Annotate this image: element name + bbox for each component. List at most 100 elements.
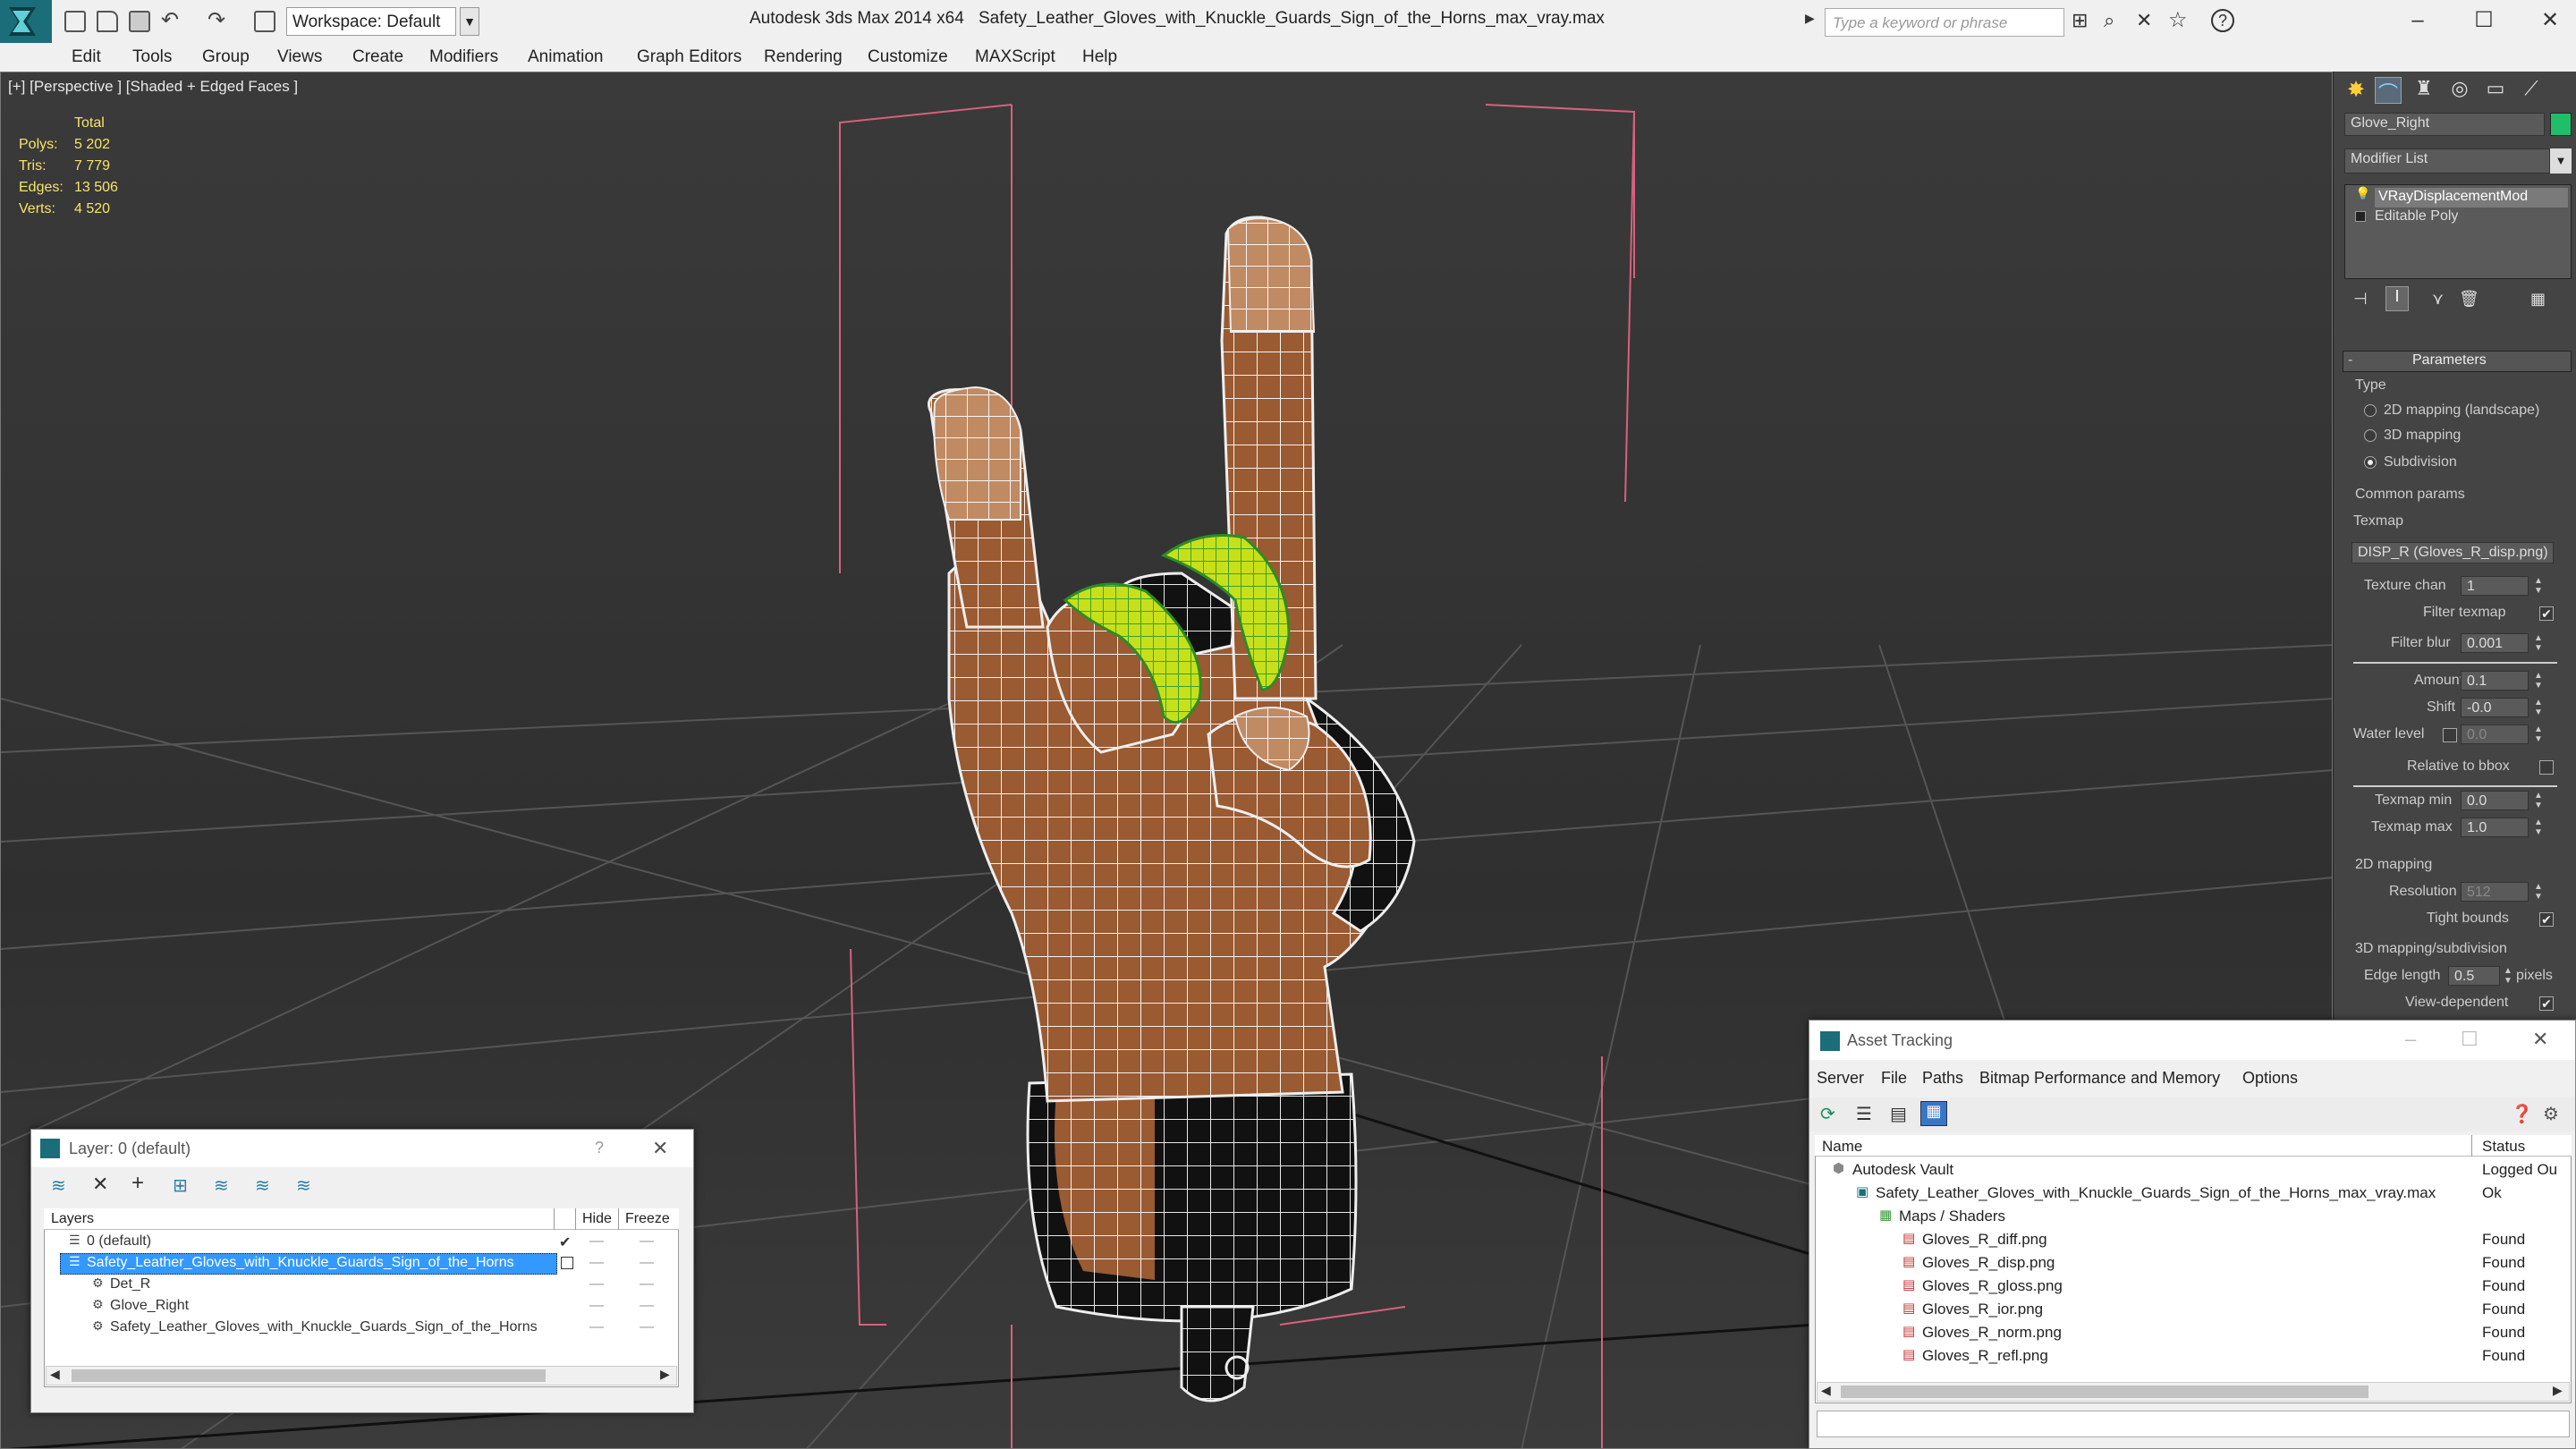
- menu-graph-editors[interactable]: Graph Editors: [637, 47, 741, 67]
- radio-subdivision[interactable]: [2364, 456, 2377, 469]
- stack-item-editable-poly[interactable]: Editable Poly: [2375, 208, 2458, 225]
- asset-row[interactable]: ▣ Safety_Leather_Gloves_with_Knuckle_Guar…: [1817, 1182, 2570, 1205]
- layer-list-scrollbar[interactable]: ◀ ▶: [46, 1366, 677, 1385]
- scroll-left-icon[interactable]: ◀: [1821, 1383, 1831, 1398]
- chevron-down-icon[interactable]: ▼: [460, 7, 479, 36]
- menu-views[interactable]: Views: [277, 47, 322, 67]
- menu-tools[interactable]: Tools: [132, 47, 172, 67]
- filter-blur-spinner[interactable]: ▲ ▼: [2532, 633, 2545, 655]
- column-status[interactable]: Status: [2482, 1138, 2525, 1156]
- column-name[interactable]: Name: [1822, 1138, 1862, 1156]
- delete-layer-icon[interactable]: ✕: [92, 1173, 108, 1196]
- menu-animation[interactable]: Animation: [528, 47, 604, 67]
- texmap-min-input[interactable]: 0.0: [2461, 791, 2529, 810]
- save-file-icon[interactable]: [129, 11, 150, 32]
- maximize-button[interactable]: ☐: [2469, 5, 2499, 36]
- table-view-icon[interactable]: ▤: [1890, 1103, 1907, 1125]
- freeze-toggle[interactable]: —: [640, 1319, 654, 1335]
- hierarchy-tab-icon[interactable]: ♜: [2411, 77, 2437, 104]
- hide-toggle[interactable]: —: [589, 1319, 604, 1335]
- asset-dialog-close[interactable]: ✕: [2532, 1028, 2548, 1051]
- create-tab-icon[interactable]: ✸: [2343, 77, 2369, 104]
- column-layers[interactable]: Layers: [51, 1211, 94, 1227]
- freeze-toggle[interactable]: —: [640, 1276, 654, 1292]
- settings-icon[interactable]: ⚙: [2543, 1103, 2559, 1125]
- view-dependent-checkbox[interactable]: ✔: [2539, 996, 2554, 1011]
- pin-stack-icon[interactable]: ⊣: [2353, 290, 2368, 309]
- asset-menu-server[interactable]: Server: [1817, 1069, 1864, 1088]
- scrollbar-thumb[interactable]: [72, 1369, 546, 1382]
- search-icon[interactable]: ⌕: [2104, 9, 2114, 32]
- edge-length-spinner[interactable]: ▲ ▼: [2502, 966, 2514, 987]
- menu-create[interactable]: Create: [352, 47, 403, 67]
- shift-input[interactable]: -0.0: [2461, 698, 2529, 717]
- asset-menu-file[interactable]: File: [1881, 1069, 1907, 1088]
- asset-row[interactable]: ▤ Gloves_R_refl.png Found: [1817, 1344, 2570, 1368]
- menu-rendering[interactable]: Rendering: [764, 47, 843, 67]
- object-color-swatch[interactable]: [2550, 113, 2572, 136]
- layer-row-selected[interactable]: ☰ Safety_Leather_Gloves_with_Knuckle_Gua…: [46, 1253, 677, 1275]
- grid-view-icon[interactable]: ▦: [1920, 1101, 1947, 1126]
- water-level-input[interactable]: 0.0: [2461, 724, 2529, 744]
- layer-object-row[interactable]: ⚙ Safety_Leather_Gloves_with_Knuckle_Gua…: [46, 1318, 677, 1339]
- filter-blur-input[interactable]: 0.001: [2461, 633, 2529, 653]
- asset-menu-options[interactable]: Options: [2242, 1069, 2298, 1088]
- menu-customize[interactable]: Customize: [868, 47, 948, 67]
- asset-row[interactable]: ▤ Gloves_R_gloss.png Found: [1817, 1275, 2570, 1298]
- scroll-right-icon[interactable]: ▶: [660, 1367, 670, 1382]
- asset-dialog-minimize[interactable]: –: [2405, 1028, 2416, 1051]
- display-tab-icon[interactable]: ▭: [2482, 77, 2509, 104]
- list-view-icon[interactable]: ☰: [1856, 1103, 1872, 1125]
- asset-row[interactable]: ▦ Maps / Shaders: [1817, 1205, 2570, 1228]
- shift-spinner[interactable]: ▲ ▼: [2532, 698, 2545, 719]
- asset-dialog-titlebar[interactable]: Asset Tracking – ☐ ✕: [1809, 1021, 2575, 1060]
- texture-chan-input[interactable]: 1: [2461, 576, 2529, 596]
- layer-dialog-titlebar[interactable]: Layer: 0 (default) ? ✕: [31, 1130, 693, 1167]
- scroll-right-icon[interactable]: ▶: [2553, 1383, 2563, 1398]
- column-hide[interactable]: Hide: [582, 1211, 612, 1227]
- hide-toggle[interactable]: —: [589, 1276, 604, 1292]
- asset-row[interactable]: ▤ Gloves_R_norm.png Found: [1817, 1321, 2570, 1344]
- asset-row[interactable]: ⬢ Autodesk Vault Logged Ou: [1817, 1158, 2570, 1182]
- freeze-toggle[interactable]: —: [640, 1255, 654, 1271]
- filter-texmap-checkbox[interactable]: ✔: [2539, 606, 2554, 621]
- workspace-dropdown[interactable]: Workspace: Default: [286, 7, 456, 36]
- tight-bounds-checkbox[interactable]: ✔: [2539, 912, 2554, 927]
- app-logo[interactable]: [0, 0, 52, 43]
- object-name-field[interactable]: Glove_Right: [2344, 113, 2545, 136]
- current-layer-box[interactable]: [561, 1257, 573, 1269]
- freeze-all-icon[interactable]: ≋: [296, 1174, 311, 1197]
- amount-spinner[interactable]: ▲ ▼: [2532, 671, 2545, 692]
- asset-row[interactable]: ▤ Gloves_R_disp.png Found: [1817, 1251, 2570, 1275]
- make-unique-icon[interactable]: ⋎: [2432, 290, 2444, 309]
- texmap-max-input[interactable]: 1.0: [2461, 818, 2529, 837]
- edge-length-input[interactable]: 0.5: [2448, 966, 2500, 986]
- undo-icon[interactable]: ↶: [161, 7, 179, 33]
- texture-chan-spinner[interactable]: ▲ ▼: [2532, 576, 2545, 597]
- resolution-spinner[interactable]: ▲ ▼: [2532, 882, 2545, 903]
- close-button[interactable]: ✕: [2535, 5, 2565, 36]
- stack-bulb-icon[interactable]: 💡: [2355, 186, 2370, 201]
- stack-item-vraydisplacement[interactable]: VRayDisplacementMod: [2375, 188, 2568, 208]
- layer-object-row[interactable]: ⚙ Det_R — —: [46, 1275, 677, 1296]
- redo-icon[interactable]: ↷: [208, 7, 225, 33]
- hide-all-icon[interactable]: ≋: [255, 1174, 270, 1197]
- configure-sets-icon[interactable]: ▦: [2530, 290, 2546, 309]
- menu-maxscript[interactable]: MAXScript: [975, 47, 1055, 67]
- water-level-checkbox[interactable]: [2443, 728, 2457, 742]
- create-layer-icon[interactable]: ≋: [51, 1174, 66, 1197]
- menu-modifiers[interactable]: Modifiers: [429, 47, 498, 67]
- asset-row[interactable]: ▤ Gloves_R_diff.png Found: [1817, 1228, 2570, 1251]
- highlight-layer-icon[interactable]: ≋: [214, 1174, 229, 1197]
- scrollbar-thumb[interactable]: [1841, 1385, 2368, 1398]
- scroll-left-icon[interactable]: ◀: [50, 1367, 60, 1382]
- select-objects-icon[interactable]: ⊞: [173, 1174, 188, 1197]
- search-input[interactable]: Type a keyword or phrase: [1825, 8, 2064, 37]
- layer-row[interactable]: ☰ 0 (default) ✔ — —: [46, 1232, 677, 1253]
- column-freeze[interactable]: Freeze: [625, 1211, 670, 1227]
- minimize-button[interactable]: –: [2402, 5, 2433, 36]
- favorites-star-icon[interactable]: ☆: [2168, 7, 2188, 33]
- motion-tab-icon[interactable]: ◎: [2446, 77, 2473, 104]
- asset-menu-bitmap[interactable]: Bitmap Performance and Memory: [1979, 1069, 2220, 1088]
- relative-bbox-checkbox[interactable]: [2539, 760, 2554, 775]
